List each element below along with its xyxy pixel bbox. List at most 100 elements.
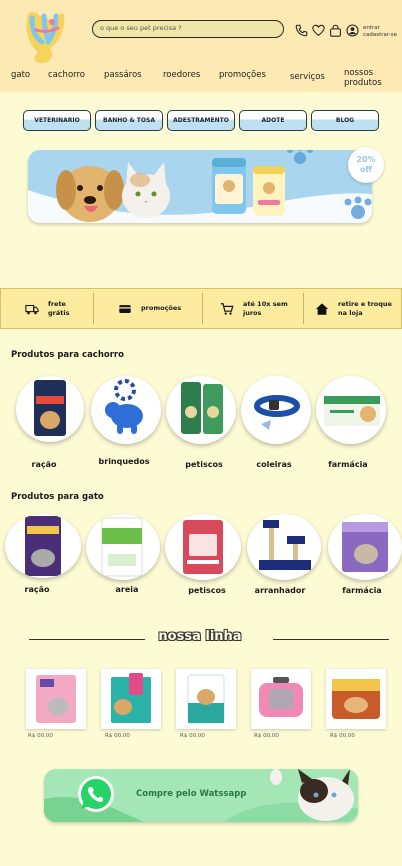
product-image <box>259 677 303 717</box>
feature-line: promoções <box>141 304 182 312</box>
divider <box>303 293 304 324</box>
header-actions <box>295 24 359 37</box>
feature-line: grátis <box>48 308 70 317</box>
category-blog[interactable]: BLOG <box>311 110 379 131</box>
shopping-bag-icon[interactable] <box>329 24 342 37</box>
cat-category-pharmacy[interactable] <box>328 514 402 580</box>
whatsapp-icon <box>78 776 114 812</box>
category-adestramento[interactable]: ADESTRAMENTO <box>167 110 235 131</box>
product-card[interactable] <box>176 669 236 729</box>
nav-item-gato[interactable]: gato <box>11 70 30 80</box>
promo-banner[interactable] <box>28 150 372 223</box>
dog-category-food[interactable] <box>16 376 84 442</box>
cat-scratcher-image <box>259 520 311 570</box>
cat-category-treats[interactable] <box>165 514 241 580</box>
house-icon <box>315 302 329 315</box>
feature-installments: até 10x sem juros <box>220 289 288 328</box>
nav-item-label: produtos <box>344 78 382 88</box>
truck-icon <box>25 304 39 314</box>
nav-item-roedores[interactable]: roedores <box>163 70 200 80</box>
discount-off-label: off <box>360 165 372 174</box>
dog-pharmacy-image <box>324 396 380 426</box>
whatsapp-label: Compre pelo Watssapp <box>136 789 247 799</box>
divider-line <box>273 639 389 640</box>
cat-section-title: Produtos para gato <box>11 492 104 502</box>
user-icon[interactable] <box>346 24 359 37</box>
cat-label-treats[interactable]: petiscos <box>180 586 234 595</box>
nav-item-label: nossos <box>344 68 374 78</box>
product-card[interactable] <box>101 669 161 729</box>
dog-toy-image <box>105 379 143 434</box>
dog-label-collars[interactable]: coleiras <box>249 460 299 469</box>
feature-line: frete <box>48 299 66 308</box>
search-placeholder: o que o seu pet precisa ? <box>100 24 182 32</box>
account-link[interactable]: entrar cadastrar-se <box>363 25 397 39</box>
product-card[interactable] <box>326 669 386 729</box>
dog-category-toys[interactable] <box>91 376 161 444</box>
nav-item-nossos-produtos[interactable]: nossos produtos <box>344 68 382 88</box>
discount-percent: 20% <box>356 155 376 164</box>
whatsapp-button[interactable]: Compre pelo Watssapp <box>44 769 358 822</box>
product-card[interactable] <box>251 669 311 729</box>
feature-promotions: promoções <box>118 289 181 328</box>
dog-collar-image <box>254 395 300 430</box>
features-bar: frete grátis promoções até 10x sem juros… <box>0 288 402 329</box>
category-adote[interactable]: ADOTE <box>239 110 307 131</box>
dog-label-treats[interactable]: petiscos <box>178 460 230 469</box>
product-image <box>332 679 380 719</box>
cat-label-litter[interactable]: areia <box>104 585 150 594</box>
brand-logo[interactable] <box>22 8 70 66</box>
discount-badge: 20% off <box>348 147 384 183</box>
signup-link[interactable]: cadastrar-se <box>363 32 397 39</box>
dog-category-collars[interactable] <box>241 376 311 444</box>
nav-item-promocoes[interactable]: promoções <box>219 70 266 80</box>
nav-item-servicos[interactable]: serviços <box>290 72 325 82</box>
category-veterinario[interactable]: VETERINARIO <box>23 110 91 131</box>
category-banho-tosa[interactable]: BANHO & TOSA <box>95 110 163 131</box>
cat-litter-image <box>101 517 143 577</box>
nav-item-passaros[interactable]: passáros <box>104 70 142 80</box>
feature-free-shipping: frete grátis <box>25 289 69 328</box>
product-image <box>111 673 151 723</box>
card-icon <box>119 304 131 313</box>
heart-icon[interactable] <box>312 24 325 37</box>
dog-category-treats[interactable] <box>166 376 236 444</box>
product-image <box>36 675 76 723</box>
divider-line <box>29 639 145 640</box>
dog-category-pharmacy[interactable] <box>316 376 386 444</box>
product-price: R$ 00,00 <box>330 733 355 739</box>
dog-food-bag-image <box>34 380 66 436</box>
dog-treats-image <box>181 382 223 434</box>
login-link[interactable]: entrar <box>363 25 397 32</box>
feature-line: juros <box>243 308 262 317</box>
product-price: R$ 00,00 <box>180 733 205 739</box>
feature-line: retire e troque <box>338 299 392 308</box>
divider <box>93 293 94 324</box>
cat-label-food[interactable]: ração <box>18 585 56 594</box>
site-header: o que o seu pet precisa ? entrar cadastr… <box>0 0 402 92</box>
product-price: R$ 00,00 <box>254 733 279 739</box>
cat-label-scratcher[interactable]: arranhador <box>251 586 309 595</box>
main-nav: gato cachorro passáros roedores promoçõe… <box>0 68 402 92</box>
cat-treats-image <box>183 520 223 574</box>
search-input[interactable]: o que o seu pet precisa ? <box>92 20 284 38</box>
feature-line: até 10x sem <box>243 299 288 308</box>
dog-label-pharmacy[interactable]: farmácia <box>322 460 374 469</box>
dog-label-toys[interactable]: brinquedos <box>92 457 156 466</box>
product-card[interactable] <box>26 669 86 729</box>
cat-category-food[interactable] <box>5 514 81 578</box>
feature-store-pickup: retire e troque na loja <box>315 289 392 328</box>
cat-food-bag-image <box>25 516 61 576</box>
nav-item-cachorro[interactable]: cachorro <box>48 70 85 80</box>
cat-pharmacy-image <box>342 522 388 572</box>
cat-category-litter[interactable] <box>86 514 160 580</box>
cat-label-pharmacy[interactable]: farmácia <box>338 586 386 595</box>
cat-category-scratcher[interactable] <box>247 514 321 580</box>
product-price: R$ 00,00 <box>105 733 130 739</box>
banner-artwork <box>28 150 372 223</box>
cart-icon <box>220 302 234 315</box>
dog-label-food[interactable]: ração <box>24 460 64 469</box>
dog-section-title: Produtos para cachorro <box>11 350 124 360</box>
phone-icon[interactable] <box>295 24 308 37</box>
product-line-title: nossa linha <box>158 629 242 644</box>
